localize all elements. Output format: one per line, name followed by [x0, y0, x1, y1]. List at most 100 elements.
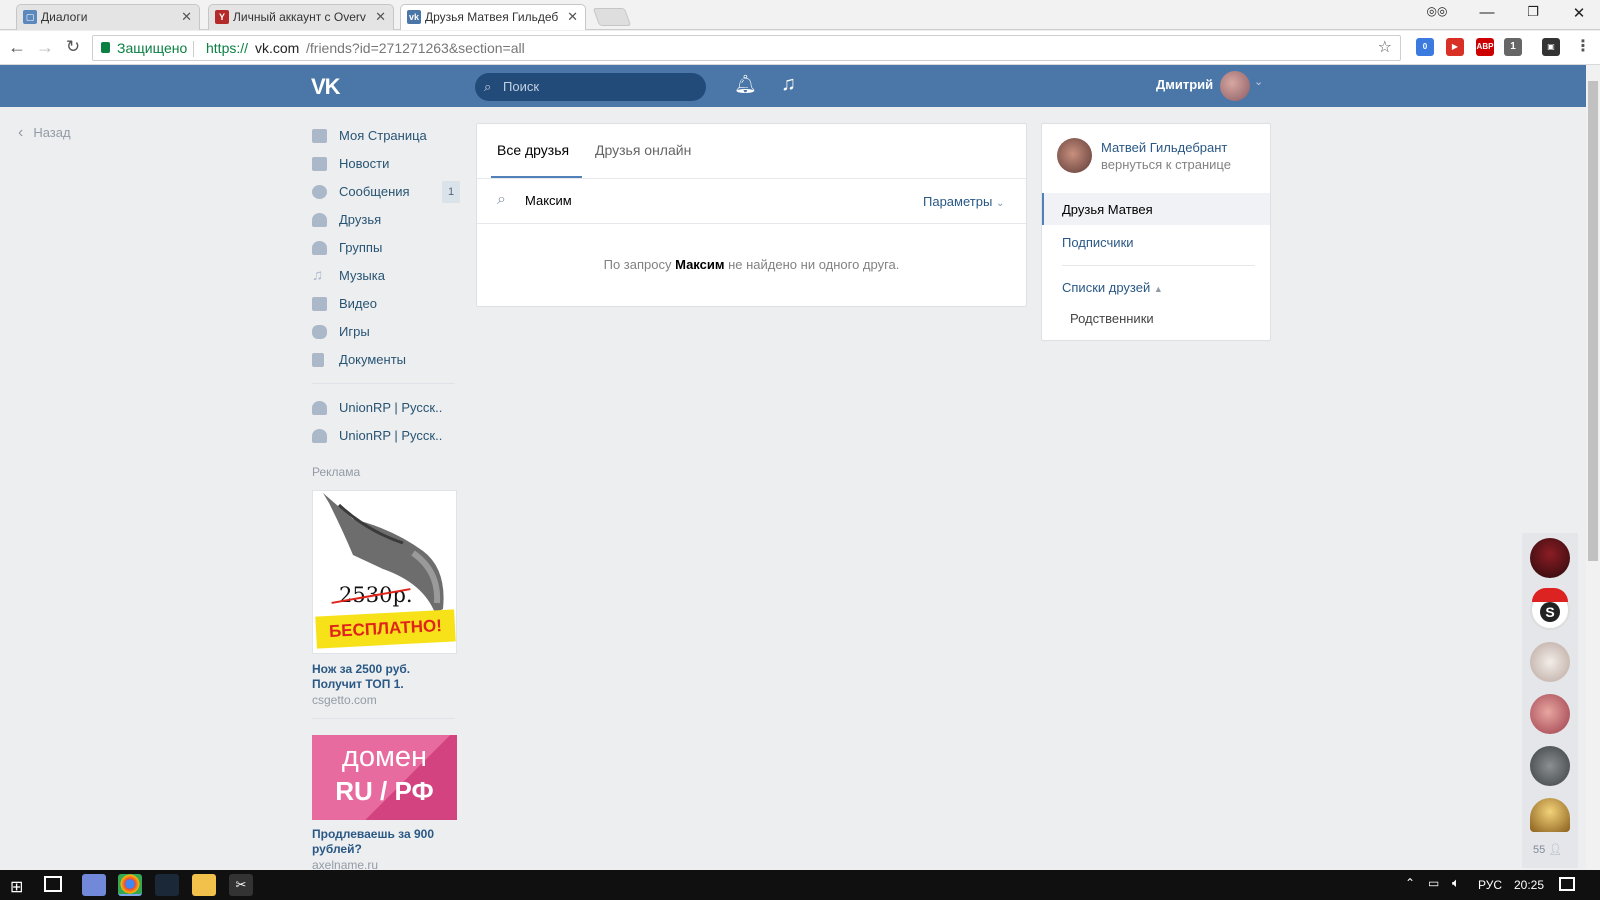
- messages-counter-badge[interactable]: 1: [442, 181, 460, 203]
- translate-extension-icon[interactable]: 0: [1416, 38, 1434, 56]
- tab-all-friends[interactable]: Все друзья: [497, 142, 569, 158]
- person-icon: 👤︎: [1548, 844, 1563, 856]
- params-link[interactable]: Параметры ⌄: [923, 194, 1004, 209]
- nav-divider: [1062, 265, 1255, 266]
- friend-avatar[interactable]: S: [1530, 588, 1570, 630]
- back-link[interactable]: ‹ Назад: [18, 125, 71, 145]
- friend-list-relatives[interactable]: Родственники: [1070, 311, 1154, 326]
- ad-domain-line1: домен: [341, 741, 428, 773]
- network-icon[interactable]: ▭: [1428, 876, 1439, 890]
- close-window-button[interactable]: ✕: [1564, 4, 1594, 22]
- friend-avatar[interactable]: [1530, 746, 1570, 786]
- new-tab-button[interactable]: [592, 8, 632, 26]
- ad-image-knife[interactable]: 2530р. БЕСПЛАТНО!: [312, 490, 457, 654]
- task-view-icon[interactable]: [44, 876, 62, 892]
- friend-avatar[interactable]: [1530, 798, 1570, 832]
- friend-avatar[interactable]: [1530, 538, 1570, 578]
- menu-item-documents[interactable]: Документы: [312, 350, 406, 370]
- discord-icon[interactable]: [82, 874, 106, 896]
- browser-tab[interactable]: ▢ Диалоги ✕: [16, 4, 200, 30]
- ad-domain[interactable]: axelname.ru: [312, 858, 378, 870]
- clock[interactable]: 20:25: [1514, 878, 1544, 892]
- close-icon[interactable]: ✕: [375, 5, 386, 29]
- ads-divider: [312, 718, 455, 719]
- browser-tab-active[interactable]: vk Друзья Матвея Гильдеб ✕: [400, 4, 586, 30]
- menu-kebab-icon[interactable]: ⋮: [1574, 38, 1592, 56]
- music-note-icon[interactable]: ♫: [781, 73, 796, 96]
- back-label: Назад: [33, 125, 71, 140]
- owner-name-link[interactable]: Матвей Гильдебрант: [1101, 140, 1227, 155]
- back-arrow-icon[interactable]: ←: [6, 37, 28, 58]
- windows-start-icon[interactable]: ⊞: [10, 877, 23, 897]
- menu-divider: [312, 383, 455, 384]
- menu-item-group-link[interactable]: UnionRP | Русск..: [312, 426, 442, 446]
- friends-search-row: ⌕ Максим Параметры ⌄: [477, 179, 1026, 223]
- search-input[interactable]: ⌕ Поиск: [475, 73, 706, 101]
- menu-item-music[interactable]: ♫ Музыка: [312, 266, 385, 286]
- address-bar[interactable]: Защищено https:// vk.com /friends?id=271…: [92, 35, 1401, 61]
- nav-item-subscribers[interactable]: Подписчики: [1062, 235, 1134, 250]
- minimize-button[interactable]: —: [1472, 4, 1502, 21]
- close-icon[interactable]: ✕: [567, 5, 578, 29]
- ad-image-domain[interactable]: домен RU / РФ: [312, 735, 457, 820]
- news-icon: [312, 157, 327, 171]
- volume-icon[interactable]: 🔈︎: [1452, 875, 1460, 891]
- nav-item-owner-friends-selected[interactable]: Друзья Матвея: [1042, 193, 1270, 225]
- extension-icon[interactable]: 1: [1504, 38, 1522, 56]
- menu-item-groups[interactable]: Группы: [312, 238, 382, 258]
- friend-avatar[interactable]: [1530, 694, 1570, 734]
- notifications-icon[interactable]: [1559, 877, 1575, 891]
- restore-button[interactable]: ❐: [1518, 4, 1548, 20]
- menu-item-friends[interactable]: Друзья: [312, 210, 381, 230]
- menu-item-group-link[interactable]: UnionRP | Русск..: [312, 398, 442, 418]
- tab-friends-online[interactable]: Друзья онлайн: [595, 142, 691, 158]
- bookmark-star-icon[interactable]: ☆: [1378, 36, 1392, 60]
- menu-item-my-page[interactable]: Моя Страница: [312, 126, 427, 146]
- documents-icon: [312, 353, 324, 367]
- file-explorer-icon[interactable]: [192, 874, 216, 896]
- ad-domain-line2: RU / РФ: [335, 776, 434, 806]
- extension-icon[interactable]: ▣: [1542, 38, 1560, 56]
- vk-logo[interactable]: VK: [311, 74, 341, 100]
- y-icon: Y: [215, 10, 229, 24]
- browser-tab[interactable]: Y Личный аккаунт с Overv ✕: [208, 4, 394, 30]
- friend-lists-toggle[interactable]: Списки друзей ▲: [1062, 280, 1163, 295]
- chrome-icon[interactable]: [118, 874, 142, 896]
- menu-item-messages[interactable]: Сообщения: [312, 182, 410, 202]
- tab-title: Диалоги: [41, 10, 88, 24]
- incognito-icon: ◎◎: [1426, 4, 1448, 18]
- back-to-page-link[interactable]: вернуться к странице: [1101, 157, 1231, 172]
- friends-search-input[interactable]: Максим: [525, 193, 572, 208]
- search-icon: ⌕: [484, 79, 492, 94]
- messages-icon: [312, 185, 327, 199]
- tray-chevron-up-icon[interactable]: ⌃: [1405, 876, 1415, 890]
- avatar[interactable]: [1220, 71, 1250, 101]
- adblock-icon[interactable]: ABP: [1476, 38, 1494, 56]
- tab-title: Личный аккаунт с Overv: [233, 10, 366, 24]
- close-icon[interactable]: ✕: [181, 5, 192, 29]
- chevron-down-icon[interactable]: ⌄: [1254, 75, 1263, 88]
- video-extension-icon[interactable]: ▶: [1446, 38, 1464, 56]
- app-icon[interactable]: ✂: [229, 874, 253, 896]
- ad-title[interactable]: Продлеваешь за 900 рублей?: [312, 827, 434, 857]
- input-language[interactable]: РУС: [1478, 878, 1502, 892]
- menu-item-news[interactable]: Новости: [312, 154, 389, 174]
- user-name[interactable]: Дмитрий: [1156, 77, 1213, 92]
- page-scrollbar[interactable]: [1586, 65, 1600, 870]
- ad-domain[interactable]: csgetto.com: [312, 693, 377, 707]
- ad-title[interactable]: Нож за 2500 руб. Получит ТОП 1.: [312, 662, 410, 692]
- secure-label: Защищено: [117, 40, 188, 56]
- owner-avatar[interactable]: [1057, 138, 1092, 173]
- friend-avatar[interactable]: [1530, 642, 1570, 682]
- os-taskbar: ⊞ ✂ ⌃ ▭ 🔈︎ РУС 20:25: [0, 870, 1600, 900]
- forward-arrow-icon[interactable]: →: [34, 37, 56, 58]
- scrollbar-thumb[interactable]: [1588, 81, 1598, 561]
- bell-icon[interactable]: 🔔︎: [734, 74, 757, 95]
- menu-item-games[interactable]: Игры: [312, 322, 370, 342]
- menu-item-video[interactable]: Видео: [312, 294, 377, 314]
- steam-icon[interactable]: [155, 874, 179, 896]
- video-icon: [312, 297, 327, 311]
- empty-result-message: По запросу Максим не найдено ни одного д…: [603, 257, 900, 272]
- reload-icon[interactable]: ↻: [62, 37, 84, 57]
- online-count[interactable]: 55 👤︎: [1533, 843, 1562, 856]
